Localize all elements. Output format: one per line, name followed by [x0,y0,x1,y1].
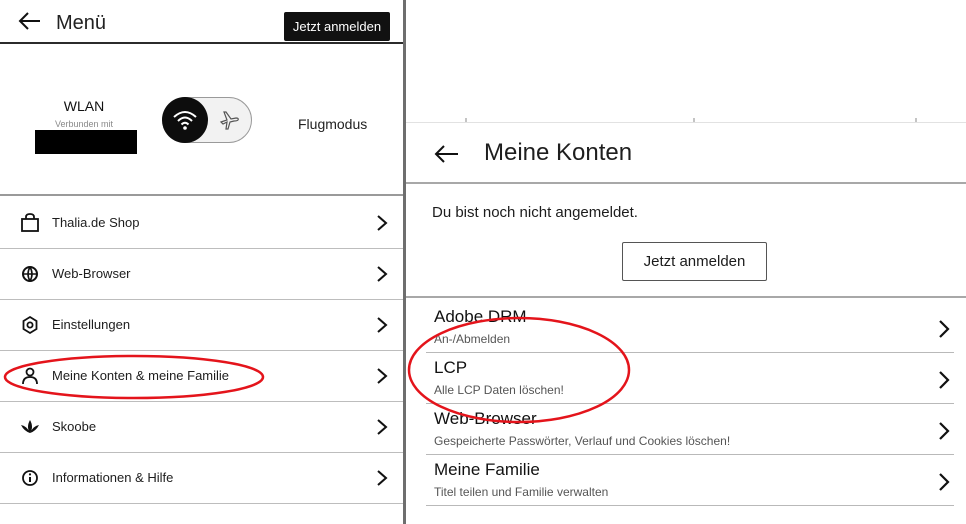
menu-item-web-browser[interactable]: Web-Browser [0,249,403,300]
page-title: Meine Konten [484,139,633,166]
gear-icon [20,315,40,335]
connectivity-section: WLAN Verbunden mit Flugmodus [0,46,403,196]
person-icon [20,366,40,386]
menu-item-label: Meine Konten & meine Familie [52,368,230,383]
menu-title: Menü [56,12,107,34]
airplane-icon [218,109,240,131]
skoobe-logo-icon [20,417,40,437]
account-subtitle: Titel teilen und Familie verwalten [434,485,609,499]
chevron-right-icon [376,265,388,283]
menu-panel: Menü Jetzt anmelden WLAN Verbunden mit F… [0,0,406,524]
account-row-adobe-drm[interactable]: Adobe DRM An-/Abmelden [426,303,954,353]
wlan-status: Verbunden mit [54,119,114,129]
menu-item-label: Einstellungen [52,317,131,332]
login-button[interactable]: Jetzt anmelden [284,12,390,41]
menu-item-info-help[interactable]: Informationen & Hilfe [0,453,403,504]
chevron-right-icon [938,370,950,390]
chevron-right-icon [938,319,950,339]
menu-item-label: Thalia.de Shop [52,215,140,230]
wifi-icon [162,97,208,143]
menu-item-skoobe[interactable]: Skoobe [0,402,403,453]
login-notice: Du bist noch nicht angemeldet. [432,204,638,221]
account-subtitle: An-/Abmelden [434,332,511,346]
account-title: Web-Browser [434,409,537,428]
account-row-web-browser[interactable]: Web-Browser Gespeicherte Passwörter, Ver… [426,405,954,455]
redacted-network-name [35,130,137,154]
account-row-family[interactable]: Meine Familie Titel teilen und Familie v… [426,456,954,506]
menu-item-settings[interactable]: Einstellungen [0,300,403,351]
divider [406,296,966,298]
menu-item-label: Web-Browser [52,266,131,281]
shopping-bag-icon [20,213,40,233]
info-icon [20,468,40,488]
back-arrow-icon[interactable] [434,143,460,165]
menu-item-label: Informationen & Hilfe [52,470,174,485]
chevron-right-icon [376,469,388,487]
account-row-lcp[interactable]: LCP Alle LCP Daten löschen! [426,354,954,404]
chevron-right-icon [376,367,388,385]
chevron-right-icon [376,214,388,232]
account-title: LCP [434,358,468,377]
chevron-right-icon [938,472,950,492]
chevron-right-icon [376,418,388,436]
airplane-mode-label: Flugmodus [298,116,368,132]
account-subtitle: Alle LCP Daten löschen! [434,383,564,397]
account-title: Meine Familie [434,460,540,479]
accounts-panel: Meine Konten Du bist noch nicht angemeld… [406,0,966,524]
menu-item-shop[interactable]: Thalia.de Shop [0,198,403,249]
chevron-right-icon [938,421,950,441]
login-button[interactable]: Jetzt anmelden [622,242,767,281]
menu-item-label: Skoobe [52,419,97,434]
wlan-label: WLAN [63,98,105,114]
chevron-right-icon [376,316,388,334]
account-title: Adobe DRM [434,307,527,326]
back-arrow-icon[interactable] [18,10,42,32]
account-subtitle: Gespeicherte Passwörter, Verlauf und Coo… [434,434,731,448]
globe-icon [20,264,40,284]
menu-header: Menü Jetzt anmelden [0,0,403,44]
menu-item-accounts-family[interactable]: Meine Konten & meine Familie [0,351,403,402]
accounts-header: Meine Konten [406,122,966,184]
